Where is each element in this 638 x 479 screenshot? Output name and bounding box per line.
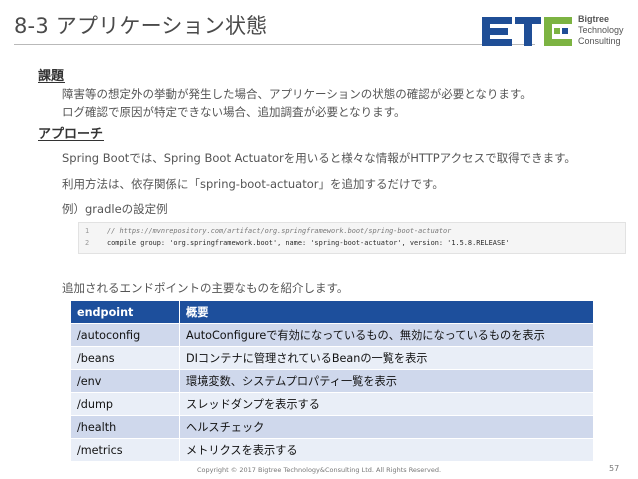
endpoint-cell: /health	[70, 415, 180, 439]
logo-line-1: Bigtree	[578, 14, 610, 24]
endpoint-cell: /dump	[70, 392, 180, 416]
code-text: compile group: 'org.springframework.boot…	[107, 239, 510, 247]
logo-wordmark: Bigtree Technology Consulting	[578, 14, 624, 47]
table-row: /dump スレッドダンプを表示する	[70, 392, 594, 416]
heading-issue-underline	[38, 82, 65, 83]
endpoint-cell: /autoconfig	[70, 323, 180, 347]
endpoint-intro: 追加されるエンドポイントの主要なものを紹介します。	[62, 281, 349, 295]
table-row: /autoconfig AutoConfigureで有効になっているもの、無効に…	[70, 323, 594, 347]
table-row: /health ヘルスチェック	[70, 415, 594, 439]
summary-cell: ヘルスチェック	[179, 415, 594, 439]
btc-logo-icon	[482, 17, 572, 46]
summary-cell: AutoConfigureで有効になっているもの、無効になっているものを表示	[179, 323, 594, 347]
logo-line-3: Consulting	[578, 36, 621, 46]
column-header-endpoint: endpoint	[70, 300, 180, 324]
company-logo: Bigtree Technology Consulting	[482, 11, 632, 55]
endpoint-cell: /env	[70, 369, 180, 393]
code-text: // https://mvnrepository.com/artifact/or…	[107, 227, 452, 235]
approach-line-1: Spring Bootでは、Spring Boot Actuatorを用いると様…	[62, 151, 576, 165]
page-number: 57	[609, 464, 620, 473]
issue-line-2: ログ確認で原因が特定できない場合、追加調査が必要となります。	[62, 105, 406, 119]
logo-line-2: Technology	[578, 25, 624, 35]
table-row: /beans DIコンテナに管理されているBeanの一覧を表示	[70, 346, 594, 370]
code-line: 2 compile group: 'org.springframework.boo…	[85, 239, 509, 247]
issue-line-1: 障害等の想定外の挙動が発生した場合、アプリケーションの状態の確認が必要となります…	[62, 87, 532, 101]
endpoint-table: endpoint 概要 /autoconfig AutoConfigureで有効…	[70, 300, 594, 462]
approach-line-2: 利用方法は、依存関係に「spring-boot-actuator」を追加するだけ…	[62, 177, 444, 191]
endpoint-cell: /beans	[70, 346, 180, 370]
summary-cell: 環境変数、システムプロパティ一覧を表示	[179, 369, 594, 393]
line-number: 1	[85, 227, 90, 235]
copyright-footer: Copyright © 2017 Bigtree Technology&Cons…	[196, 466, 442, 474]
heading-approach-underline	[38, 140, 104, 141]
column-header-summary: 概要	[179, 300, 594, 324]
summary-cell: メトリクスを表示する	[179, 438, 594, 462]
line-number: 2	[85, 239, 90, 247]
summary-cell: DIコンテナに管理されているBeanの一覧を表示	[179, 346, 594, 370]
table-header-row: endpoint 概要	[70, 300, 594, 324]
code-line: 1 // https://mvnrepository.com/artifact/o…	[85, 227, 451, 235]
table-row: /env 環境変数、システムプロパティ一覧を表示	[70, 369, 594, 393]
approach-line-3: 例）gradleの設定例	[62, 202, 168, 216]
title-divider	[14, 44, 535, 45]
summary-cell: スレッドダンプを表示する	[179, 392, 594, 416]
slide-title: 8-3 アプリケーション状態	[14, 14, 268, 38]
table-row: /metrics メトリクスを表示する	[70, 438, 594, 462]
endpoint-cell: /metrics	[70, 438, 180, 462]
code-block: 1 // https://mvnrepository.com/artifact/o…	[78, 222, 626, 254]
